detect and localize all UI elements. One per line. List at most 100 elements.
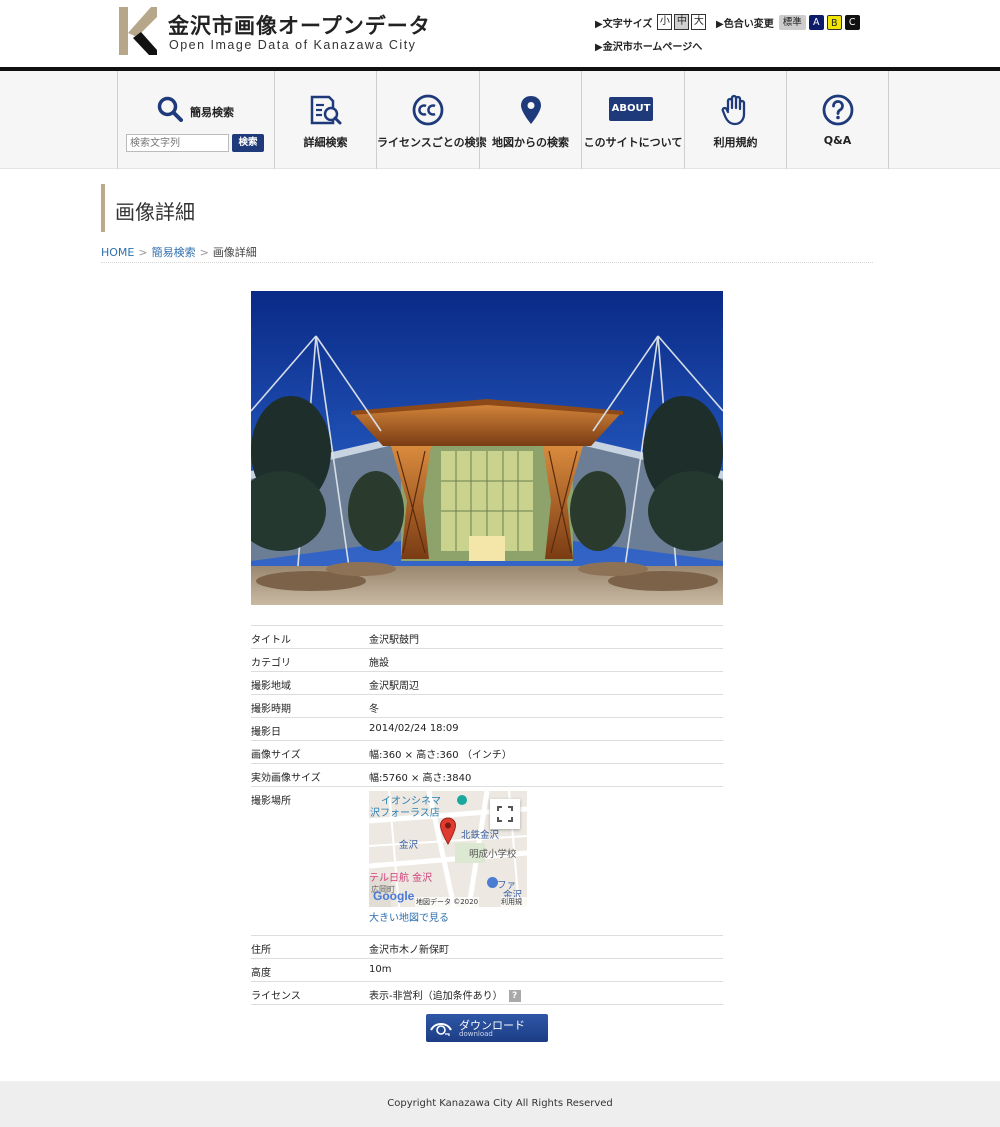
location-map[interactable]: イオンシネマ 沢フォーラス店 北鉄金沢 金沢 明成小学校 テル日航 金沢 ファ … — [369, 791, 527, 907]
font-size-large[interactable]: 大 — [691, 14, 707, 30]
main-photo — [251, 291, 723, 605]
nav-license-search-label: ライセンスごとの検索 — [377, 136, 487, 149]
license-value-wrap: 表示-非営利（追加条件あり）? — [369, 987, 521, 1002]
question-icon — [822, 94, 853, 126]
breadcrumb-current: 画像詳細 — [212, 246, 257, 259]
map-terms-link[interactable]: 利用規約 — [501, 897, 527, 907]
copyright: Copyright Kanazawa City All Rights Reser… — [387, 1098, 613, 1109]
row-value: 幅:360 × 高さ:360 （インチ） — [369, 750, 512, 761]
row-key: ライセンス — [251, 991, 301, 1002]
map-pin-icon — [520, 96, 541, 124]
creative-commons-icon — [412, 94, 444, 126]
row-key: 撮影地域 — [251, 681, 291, 692]
row-key: 画像サイズ — [251, 750, 301, 761]
breadcrumb-separator: > — [138, 246, 148, 259]
kanazawa-logo-icon[interactable] — [119, 7, 157, 55]
nav-terms-label: 利用規約 — [713, 136, 758, 149]
page-heading: 画像詳細 — [101, 184, 195, 232]
map-label: 明成小学校 — [469, 849, 517, 860]
site-header: 金沢市画像オープンデータ Open Image Data of Kanazawa… — [0, 0, 1000, 67]
nav-qa-label: Q&A — [823, 134, 852, 147]
shop-poi-icon — [487, 877, 498, 888]
table-row-location: 撮影場所 イオンシネマ 沢フォーラス店 北鉄金沢 金沢 明成小学校 テル日航 金… — [251, 787, 723, 936]
row-value: 金沢市木ノ新保町 — [369, 945, 449, 956]
site-subtitle: Open Image Data of Kanazawa City — [169, 38, 417, 52]
page-title: 画像詳細 — [115, 200, 195, 224]
nav-quick-search: 簡易検索 検索 — [117, 71, 274, 169]
row-key: 住所 — [251, 945, 271, 956]
main-nav: 簡易検索 検索 詳細検索 ライセンスごとの検索 地図からの検索 ABOUT — [0, 71, 1000, 169]
row-value: 金沢駅鼓門 — [369, 635, 419, 646]
site-footer: Copyright Kanazawa City All Rights Reser… — [0, 1081, 1000, 1127]
breadcrumb-separator: > — [199, 246, 209, 259]
site-title[interactable]: 金沢市画像オープンデータ — [168, 10, 431, 40]
google-logo[interactable]: Google — [373, 889, 414, 903]
breadcrumb: HOME > 簡易検索 > 画像詳細 — [101, 244, 257, 260]
table-row: 画像サイズ 幅:360 × 高さ:360 （インチ） — [251, 741, 723, 764]
row-key: 撮影日 — [251, 727, 281, 738]
color-c-button[interactable]: C — [844, 14, 860, 30]
detail-table: タイトル 金沢駅鼓門 カテゴリ 施設 撮影地域 金沢駅周辺 撮影時期 冬 撮影日… — [251, 625, 723, 1005]
download-eye-icon — [430, 1023, 452, 1036]
nav-detail-search[interactable]: 詳細検索 — [274, 71, 376, 169]
hand-icon — [721, 94, 745, 126]
table-row: 高度 10m — [251, 959, 723, 982]
breadcrumb-quick-search[interactable]: 簡易検索 — [152, 246, 196, 259]
table-row: 実効画像サイズ 幅:5760 × 高さ:3840 — [251, 764, 723, 787]
row-value: 冬 — [369, 704, 379, 715]
location-pin-icon[interactable] — [439, 817, 457, 845]
table-row: 撮影日 2014/02/24 18:09 — [251, 718, 723, 741]
font-size-label: ▶文字サイズ — [595, 18, 653, 30]
font-size-medium[interactable]: 中 — [674, 14, 690, 30]
nav-detail-search-label: 詳細検索 — [303, 136, 348, 149]
font-size-controls: ▶文字サイズ 小 中 大 — [595, 13, 708, 31]
map-label: 沢フォーラス店 — [370, 808, 440, 819]
document-search-icon — [310, 95, 341, 125]
license-help-icon[interactable]: ? — [508, 990, 521, 1002]
row-key: 実効画像サイズ — [251, 773, 321, 784]
nav-license-search[interactable]: ライセンスごとの検索 — [376, 71, 487, 169]
nav-map-search[interactable]: 地図からの検索 — [479, 71, 581, 169]
color-standard-button[interactable]: 標準 — [778, 14, 806, 30]
table-row: カテゴリ 施設 — [251, 649, 723, 672]
about-badge-icon: ABOUT — [609, 97, 653, 121]
download-button[interactable]: ダウンロード download — [426, 1014, 548, 1042]
map-label: テル日航 金沢 — [369, 873, 433, 884]
nav-terms[interactable]: 利用規約 — [684, 71, 786, 169]
quick-search-input[interactable] — [126, 134, 229, 152]
table-row: 撮影地域 金沢駅周辺 — [251, 672, 723, 695]
map-label: 金沢 — [399, 840, 419, 851]
quick-search-title: 簡易検索 — [190, 106, 234, 119]
city-home-link[interactable]: ▶金沢市ホームページへ — [595, 38, 702, 53]
row-key: カテゴリ — [251, 658, 291, 669]
nav-qa[interactable]: Q&A — [786, 71, 889, 169]
row-key: 撮影時期 — [251, 704, 291, 715]
color-a-button[interactable]: A — [808, 14, 824, 30]
map-fullscreen-button[interactable] — [490, 799, 520, 829]
breadcrumb-home[interactable]: HOME — [101, 246, 134, 259]
map-attribution: 地図データ ©2020 — [415, 897, 480, 907]
download-sublabel: download — [459, 1030, 493, 1038]
row-value: 表示-非営利（追加条件あり） — [369, 991, 503, 1002]
table-row: ライセンス 表示-非営利（追加条件あり）? — [251, 982, 723, 1005]
map-label: 北鉄金沢 — [461, 830, 500, 841]
cinema-poi-icon — [457, 795, 467, 805]
row-key: 高度 — [251, 968, 271, 979]
table-row: タイトル 金沢駅鼓門 — [251, 626, 723, 649]
font-size-small[interactable]: 小 — [657, 14, 673, 30]
row-value: 施設 — [369, 658, 389, 669]
row-key: 撮影場所 — [251, 796, 291, 807]
quick-search-button[interactable]: 検索 — [232, 134, 264, 152]
search-icon — [157, 96, 183, 122]
row-value: 金沢駅周辺 — [369, 681, 419, 692]
color-b-button[interactable]: B — [826, 14, 842, 30]
larger-map-link[interactable]: 大きい地図で見る — [369, 909, 449, 924]
row-value: 幅:5760 × 高さ:3840 — [369, 773, 472, 784]
row-value: 10m — [369, 964, 392, 975]
row-value: 2014/02/24 18:09 — [369, 723, 459, 734]
fullscreen-icon — [497, 806, 513, 822]
color-controls: ▶色合い変更 標準 A B C — [716, 13, 863, 31]
color-label: ▶色合い変更 — [716, 18, 774, 30]
table-row: 撮影時期 冬 — [251, 695, 723, 718]
nav-about[interactable]: ABOUT このサイトについて — [581, 71, 684, 169]
